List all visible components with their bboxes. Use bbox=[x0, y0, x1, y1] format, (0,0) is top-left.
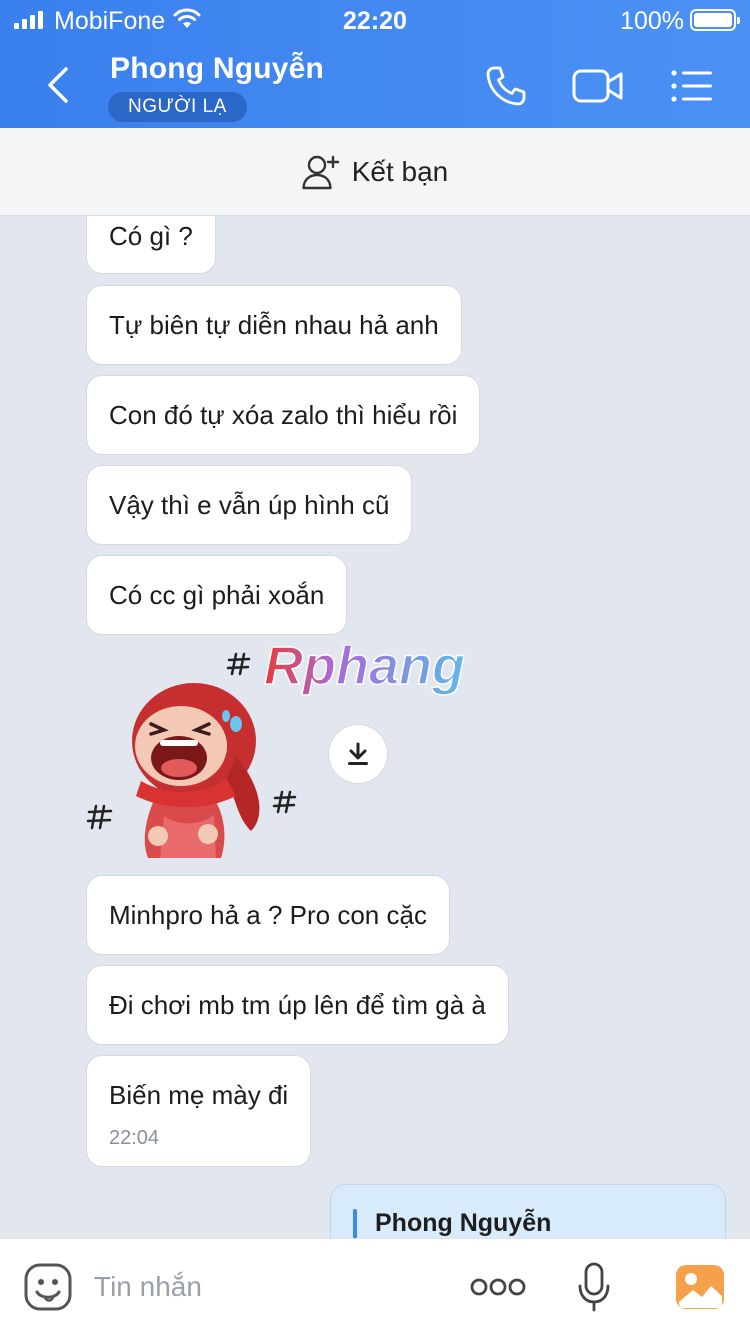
voice-message-button[interactable] bbox=[574, 1261, 614, 1313]
chat-header: MobiFone 22:20 100% Phong Nguyễn NGƯỜI L… bbox=[0, 0, 750, 128]
list-menu-icon bbox=[671, 70, 712, 102]
message-text: Biến mẹ mày đi bbox=[109, 1080, 289, 1110]
download-button[interactable] bbox=[328, 724, 388, 784]
status-bar: MobiFone 22:20 100% bbox=[0, 0, 750, 40]
microphone-icon bbox=[578, 1262, 610, 1312]
phone-icon bbox=[486, 66, 526, 106]
message-bubble[interactable]: Con đó tự xóa zalo thì hiểu rồi bbox=[86, 375, 481, 455]
more-dots-icon bbox=[470, 1278, 526, 1296]
image-gallery-icon bbox=[676, 1265, 724, 1309]
battery-percent: 100% bbox=[620, 7, 684, 35]
quote-indicator bbox=[353, 1209, 357, 1238]
message-text: Đi chơi mb tm úp lên để tìm gà à bbox=[109, 989, 486, 1020]
composer-bar bbox=[0, 1238, 750, 1334]
message-bubble[interactable]: Có gì ? bbox=[86, 216, 216, 274]
stranger-badge: NGƯỜI LẠ bbox=[108, 92, 247, 122]
reply-message-bubble[interactable]: Phong Nguyễn bbox=[330, 1184, 726, 1238]
contact-name[interactable]: Phong Nguyễn bbox=[110, 52, 324, 86]
message-text: Minhpro hả a ? Pro con cặc bbox=[109, 899, 427, 930]
message-input[interactable] bbox=[94, 1265, 424, 1309]
message-text: Tự biên tự diễn nhau hả anh bbox=[109, 309, 439, 340]
message-text: Con đó tự xóa zalo thì hiểu rồi bbox=[109, 399, 458, 430]
photo-button[interactable] bbox=[674, 1261, 726, 1313]
voice-call-button[interactable] bbox=[480, 60, 532, 112]
message-bubble[interactable]: Biến mẹ mày đi 22:04 bbox=[86, 1055, 312, 1167]
message-bubble[interactable]: Đi chơi mb tm úp lên để tìm gà à bbox=[86, 965, 509, 1045]
chevron-left-icon bbox=[48, 67, 68, 103]
sticker[interactable]: Rphang bbox=[86, 635, 496, 866]
message-list[interactable]: Có gì ? Tự biên tự diễn nhau hả anh Con … bbox=[0, 216, 750, 1238]
menu-button[interactable] bbox=[666, 60, 718, 112]
message-bubble[interactable]: Tự biên tự diễn nhau hả anh bbox=[86, 285, 462, 365]
emoji-button[interactable] bbox=[22, 1261, 74, 1313]
message-bubble[interactable]: Có cc gì phải xoắn bbox=[86, 555, 348, 635]
video-call-button[interactable] bbox=[570, 60, 626, 112]
back-button[interactable] bbox=[36, 60, 80, 110]
message-text: Vậy thì e vẫn úp hình cũ bbox=[109, 489, 390, 520]
message-bubble[interactable]: Minhpro hả a ? Pro con cặc bbox=[86, 875, 450, 955]
message-text: Có gì ? bbox=[109, 220, 193, 251]
more-options-button[interactable] bbox=[468, 1261, 528, 1313]
sticker-face-icon bbox=[24, 1263, 72, 1311]
sticker-watermark: Rphang bbox=[264, 646, 465, 696]
quoted-sender-name: Phong Nguyễn bbox=[375, 1209, 552, 1237]
add-friend-label: Kết bạn bbox=[351, 155, 449, 187]
add-user-icon bbox=[302, 155, 339, 189]
download-icon bbox=[348, 742, 368, 765]
video-camera-icon bbox=[572, 69, 623, 103]
battery-icon bbox=[690, 9, 740, 31]
message-text: Có cc gì phải xoắn bbox=[109, 579, 325, 610]
message-timestamp: 22:04 bbox=[109, 1127, 160, 1149]
message-bubble[interactable]: Vậy thì e vẫn úp hình cũ bbox=[86, 465, 413, 545]
add-friend-button[interactable]: Kết bạn bbox=[0, 128, 750, 216]
